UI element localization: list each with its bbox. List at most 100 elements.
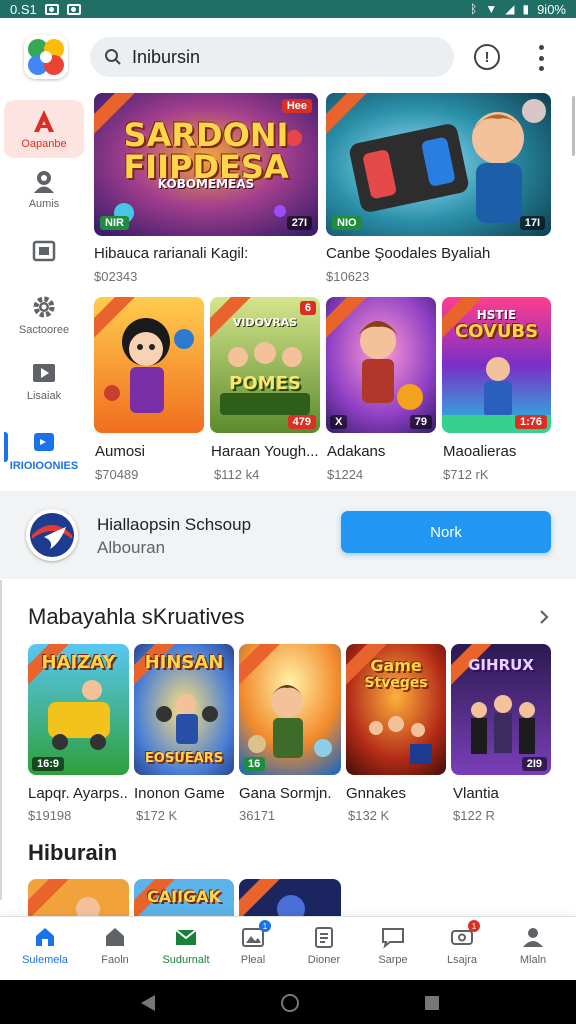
rail-item-window[interactable] (4, 224, 84, 282)
nav-item-faoln[interactable]: Faoln (80, 925, 150, 977)
game-price: $712 rK (443, 467, 489, 482)
game-thumbnail[interactable] (28, 879, 129, 917)
game-title: Hibauca rarianali Kagil: (94, 245, 249, 262)
game-logo-text: SARDONI FIIPDESA (123, 116, 289, 186)
play-icon (31, 360, 57, 386)
rating-tag: X (330, 415, 348, 429)
nav-item-sulemela[interactable]: Sulemela (10, 925, 80, 977)
game-logo-text: CAIIGAK (147, 887, 221, 906)
game-title: Gana Sormjn. (239, 785, 332, 802)
game-logo-text: Game (370, 656, 422, 675)
house-icon (106, 928, 124, 946)
game-thumbnail: SARDONI FIIPDESA KOBOMEMEAS Hee NIR 27I (94, 93, 318, 236)
game-logo-text: HAIZAY (41, 652, 116, 673)
nav-label: Sudurnalt (162, 954, 210, 966)
nav-label: Faoln (101, 954, 129, 966)
game-price: 36171 (239, 808, 276, 823)
game-thumbnail[interactable]: CAIIGAK (134, 879, 234, 917)
rail-item-lisaiak[interactable]: Lisaiak (4, 352, 84, 410)
game-title: Gnnakes (346, 785, 407, 802)
home-icon (36, 928, 54, 946)
nav-item-lsajra[interactable]: 1 Lsajra (427, 920, 497, 977)
game-title: Inonon Game (134, 785, 225, 802)
scrollbar[interactable] (572, 96, 575, 156)
status-bar: 0.S1 ᛒ ▼ ◢ ▮ 9i0% (0, 0, 576, 18)
game-price: $122 R (453, 808, 495, 823)
info-icon[interactable]: ! (474, 44, 500, 70)
game-price: $132 K (348, 808, 390, 823)
game-title: Adakans (327, 443, 386, 460)
nav-item-sarpe[interactable]: Sarpe (358, 925, 428, 977)
section-title: Mabayahla sKruatives (28, 604, 245, 629)
game-logo-subtitle: Stveges (364, 675, 428, 691)
rail-item-oapanbe[interactable]: Oapanbe (4, 100, 84, 158)
nav-label: Sarpe (378, 954, 408, 966)
top-bar: ! (0, 18, 576, 96)
badge-icon (31, 430, 57, 456)
promo-logo-icon (26, 509, 78, 561)
game-logo-subtitle: KOBOMEMEAS (157, 177, 255, 191)
bluetooth-icon: ᛒ (470, 2, 478, 16)
section-title: Hiburain (28, 840, 118, 865)
rating-tag: NIO (332, 216, 362, 230)
game-title: Maoalieras (443, 443, 517, 460)
game-thumbnail: VIDOVRAS POMES 6 479 (210, 297, 320, 433)
app-store-icon (31, 108, 57, 134)
count-tag: 17I (519, 216, 545, 230)
count-tag: 16:9 (32, 757, 65, 771)
game-logo-text: GIHRUX (468, 656, 534, 674)
nav-item-dioner[interactable]: Dioner (289, 925, 359, 977)
promo-action-button[interactable]: Nork (341, 511, 551, 553)
game-thumbnail[interactable] (239, 879, 341, 917)
rail-item-badges[interactable]: IRIOIOONIES (4, 422, 84, 480)
nav-item-mlaln[interactable]: Mlaln (498, 925, 568, 977)
game-logo-subtitle: HSTIE (476, 308, 517, 322)
nav-label: Lsajra (447, 954, 477, 966)
recent-apps-icon[interactable] (425, 996, 439, 1010)
ticket-icon: 1 (450, 920, 480, 949)
count-tag: 1:76 (514, 415, 547, 429)
home-button-icon[interactable] (281, 994, 299, 1012)
app-logo-icon[interactable] (24, 35, 68, 79)
game-logo-text: HINSAN (144, 652, 224, 673)
nav-item-pleal[interactable]: 1 Pleal (218, 920, 288, 977)
search-input[interactable] (132, 46, 412, 68)
rail-item-sactooree[interactable]: Sactooree (4, 286, 84, 344)
game-title: Aumosi (95, 443, 146, 460)
rail-item-aumis[interactable]: Aumis (4, 160, 84, 218)
game-title: Vlantia (453, 785, 499, 802)
rail-item-label: Oapanbe (21, 138, 67, 150)
person-icon (523, 928, 543, 947)
corner-badge: 6 (299, 301, 316, 315)
nav-label: Pleal (240, 954, 266, 966)
chevron-right-icon[interactable] (534, 606, 554, 628)
camera-icon (44, 3, 59, 15)
gear-icon (31, 294, 57, 320)
mail-icon (175, 929, 197, 945)
game-thumbnail: GIHRUX 2I9 (451, 644, 551, 775)
navigation-rail: Oapanbe Aumis Sactooree Lisaiak IRIOIOON… (0, 96, 88, 491)
overflow-menu-icon[interactable] (530, 45, 552, 71)
status-time: 0.S1 (10, 1, 37, 17)
count-tag: 16 (243, 757, 266, 771)
section-divider (0, 580, 2, 900)
signal-icon: ◢ (505, 2, 515, 16)
document-icon (315, 927, 333, 948)
game-logo-subtitle: VIDOVRAS (232, 316, 298, 329)
search-bar[interactable] (90, 37, 454, 77)
notification-badge: 1 (259, 920, 271, 932)
search-icon (105, 49, 121, 65)
game-title: Canbe Şoodales Byaliah (326, 245, 491, 262)
bottom-navigation: Sulemela Faoln Sudurnalt 1 Pleal Dioner … (0, 916, 576, 980)
notification-badge: 1 (468, 920, 480, 932)
rail-item-label: Lisaiak (26, 390, 62, 402)
game-logo-text: COVUBS (454, 321, 539, 342)
count-tag: 2I9 (521, 757, 547, 771)
rail-item-label: Sactooree (18, 324, 70, 336)
game-logo-text: POMES (229, 373, 301, 394)
back-icon[interactable] (141, 995, 155, 1011)
nav-item-sudurnalt[interactable]: Sudurnalt (151, 925, 221, 977)
game-thumbnail: Game Stveges (346, 644, 446, 775)
game-thumbnail: HSTIE COVUBS 1:76 (442, 297, 551, 433)
system-navigation-bar (0, 980, 576, 1024)
